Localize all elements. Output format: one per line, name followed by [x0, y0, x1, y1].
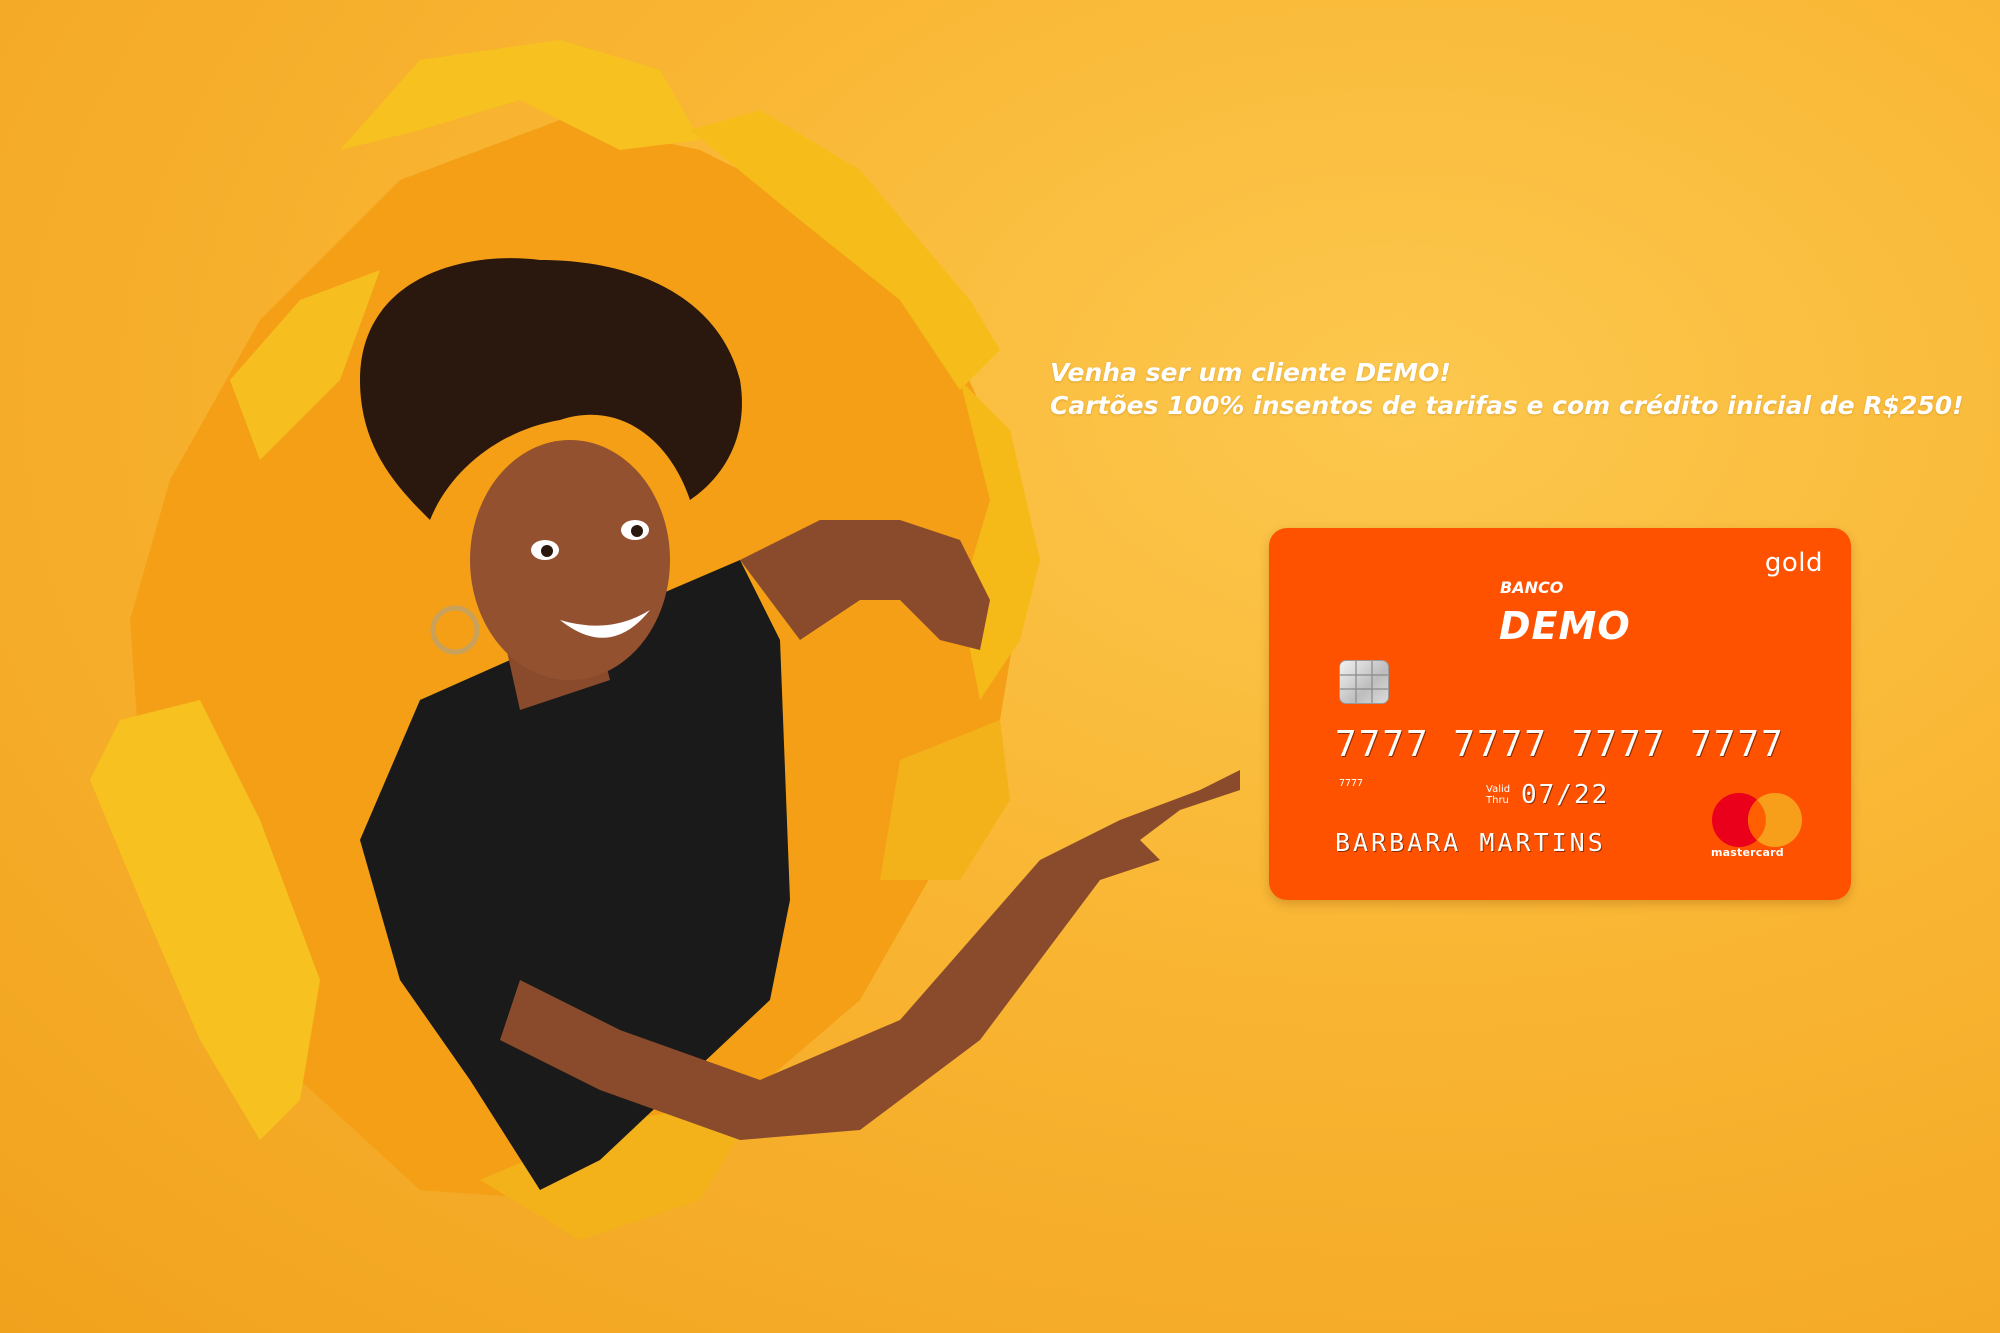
card-network-label: mastercard — [1711, 846, 1784, 859]
promo-line-1: Venha ser um cliente DEMO! — [1050, 358, 1451, 387]
card-holder-name: BARBARA MARTINS — [1335, 828, 1606, 857]
card-bank-label: BANCO — [1500, 578, 1564, 597]
card-tier-label: gold — [1764, 548, 1823, 578]
card-expiry: 07/22 — [1521, 780, 1610, 810]
promo-text: Venha ser um cliente DEMO! Cartões 100% … — [1050, 356, 1964, 422]
card-number: 7777 7777 7777 7777 — [1335, 724, 1785, 765]
card-small-number: 7777 — [1339, 778, 1364, 789]
valid-label: Valid — [1486, 784, 1511, 795]
chip-icon — [1339, 660, 1389, 704]
promo-banner: Venha ser um cliente DEMO! Cartões 100% … — [0, 0, 2000, 1333]
card-bank-name: DEMO — [1499, 604, 1631, 648]
thru-label: Thru — [1486, 795, 1509, 806]
promo-line-2: Cartões 100% insentos de tarifas e com c… — [1050, 391, 1964, 420]
valid-thru-label: Valid Thru — [1486, 784, 1510, 806]
credit-card: gold BANCO DEMO 7777 7777 7777 7777 7777… — [1269, 528, 1851, 900]
